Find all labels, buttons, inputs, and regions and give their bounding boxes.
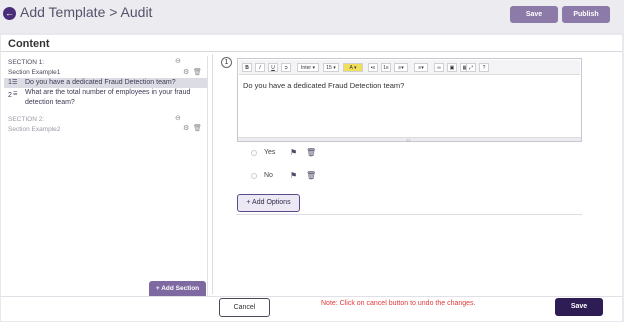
question-1-text[interactable]: Do you have a dedicated Fraud Detection … <box>25 79 176 86</box>
link-icon[interactable]: ∞ <box>434 63 444 72</box>
options-divider <box>236 214 582 215</box>
trash-icon[interactable]: 🗑 <box>306 148 316 157</box>
option-yes-radio[interactable] <box>251 150 257 156</box>
collapse-icon[interactable]: ⊖ <box>175 57 181 65</box>
font-size-select[interactable]: 15 ▾ <box>323 63 339 72</box>
clear-format-icon[interactable]: ➲ <box>281 63 291 72</box>
header-bar: ← Add Template > Audit Save Publish <box>0 0 624 33</box>
trash-icon[interactable]: 🗑 <box>306 171 316 180</box>
gear-icon[interactable]: ⚙ <box>183 124 189 132</box>
list-icon: ☰ <box>12 80 18 86</box>
section-2-label: SECTION 2: <box>8 116 45 123</box>
cancel-button[interactable]: Cancel <box>219 298 270 317</box>
add-section-button[interactable]: + Add Section <box>149 281 206 297</box>
image-icon[interactable]: ▣ <box>447 63 457 72</box>
bold-button[interactable]: B <box>242 63 252 72</box>
font-family-select[interactable]: Inter ▾ <box>297 63 319 72</box>
add-options-button[interactable]: + Add Options <box>237 194 300 212</box>
footer-save-button[interactable]: Save <box>555 298 603 316</box>
flag-icon[interactable]: ⚑ <box>290 148 297 157</box>
grip-icon: ≡≡ <box>406 138 411 143</box>
editor-resize-handle[interactable]: ≡≡ <box>238 137 581 143</box>
question-2-number: 2 <box>8 92 12 99</box>
editor-content[interactable]: Do you have a dedicated Fraud Detection … <box>243 81 404 90</box>
question-2-text-line1[interactable]: What are the total number of employees i… <box>25 89 190 96</box>
section-2-name[interactable]: Section Example2 <box>8 126 60 133</box>
panel-divider <box>212 54 213 294</box>
option-yes-label[interactable]: Yes <box>264 149 275 156</box>
fullscreen-icon[interactable]: ⤢ <box>466 63 476 72</box>
question-editor[interactable]: B I U ➲ Inter ▾ 15 ▾ A ▾ •≡ 1≡ ≡▾ ≡▾ ∞ ▣… <box>237 58 582 143</box>
flag-icon[interactable]: ⚑ <box>290 171 297 180</box>
option-no-label[interactable]: No <box>264 172 273 179</box>
option-no-radio[interactable] <box>251 173 257 179</box>
align-select-icon[interactable]: ≡▾ <box>394 63 408 72</box>
footer-divider <box>0 296 622 297</box>
text-color-button[interactable]: A ▾ <box>343 63 363 72</box>
editor-toolbar: B I U ➲ Inter ▾ 15 ▾ A ▾ •≡ 1≡ ≡▾ ≡▾ ∞ ▣… <box>239 60 580 75</box>
trash-icon[interactable]: 🗑 <box>193 124 202 132</box>
trash-icon[interactable]: 🗑 <box>193 68 202 76</box>
question-number-badge: 1 <box>221 57 232 68</box>
underline-button[interactable]: U <box>268 63 278 72</box>
content-heading: Content <box>8 38 50 50</box>
header-save-button[interactable]: Save <box>510 6 558 23</box>
page-title: Add Template > Audit <box>20 4 153 20</box>
cancel-note: Note: Click on cancel button to undo the… <box>321 300 476 307</box>
question-2-text-line2[interactable]: detection team? <box>25 99 75 106</box>
back-arrow-icon[interactable]: ← <box>3 7 16 20</box>
gear-icon[interactable]: ⚙ <box>183 68 189 76</box>
section-1-label: SECTION 1: <box>8 59 45 66</box>
bullet-list-icon[interactable]: •≡ <box>368 63 378 72</box>
content-divider <box>1 51 622 52</box>
line-height-icon[interactable]: ≡▾ <box>414 63 428 72</box>
italic-button[interactable]: I <box>255 63 265 72</box>
section-1-name[interactable]: Section Example1 <box>8 69 60 76</box>
collapse-icon[interactable]: ⊖ <box>175 114 181 122</box>
publish-button[interactable]: Publish <box>562 6 610 23</box>
list-icon: ☰ <box>13 91 18 97</box>
numbered-list-icon[interactable]: 1≡ <box>381 63 391 72</box>
help-button[interactable]: ? <box>479 63 489 72</box>
